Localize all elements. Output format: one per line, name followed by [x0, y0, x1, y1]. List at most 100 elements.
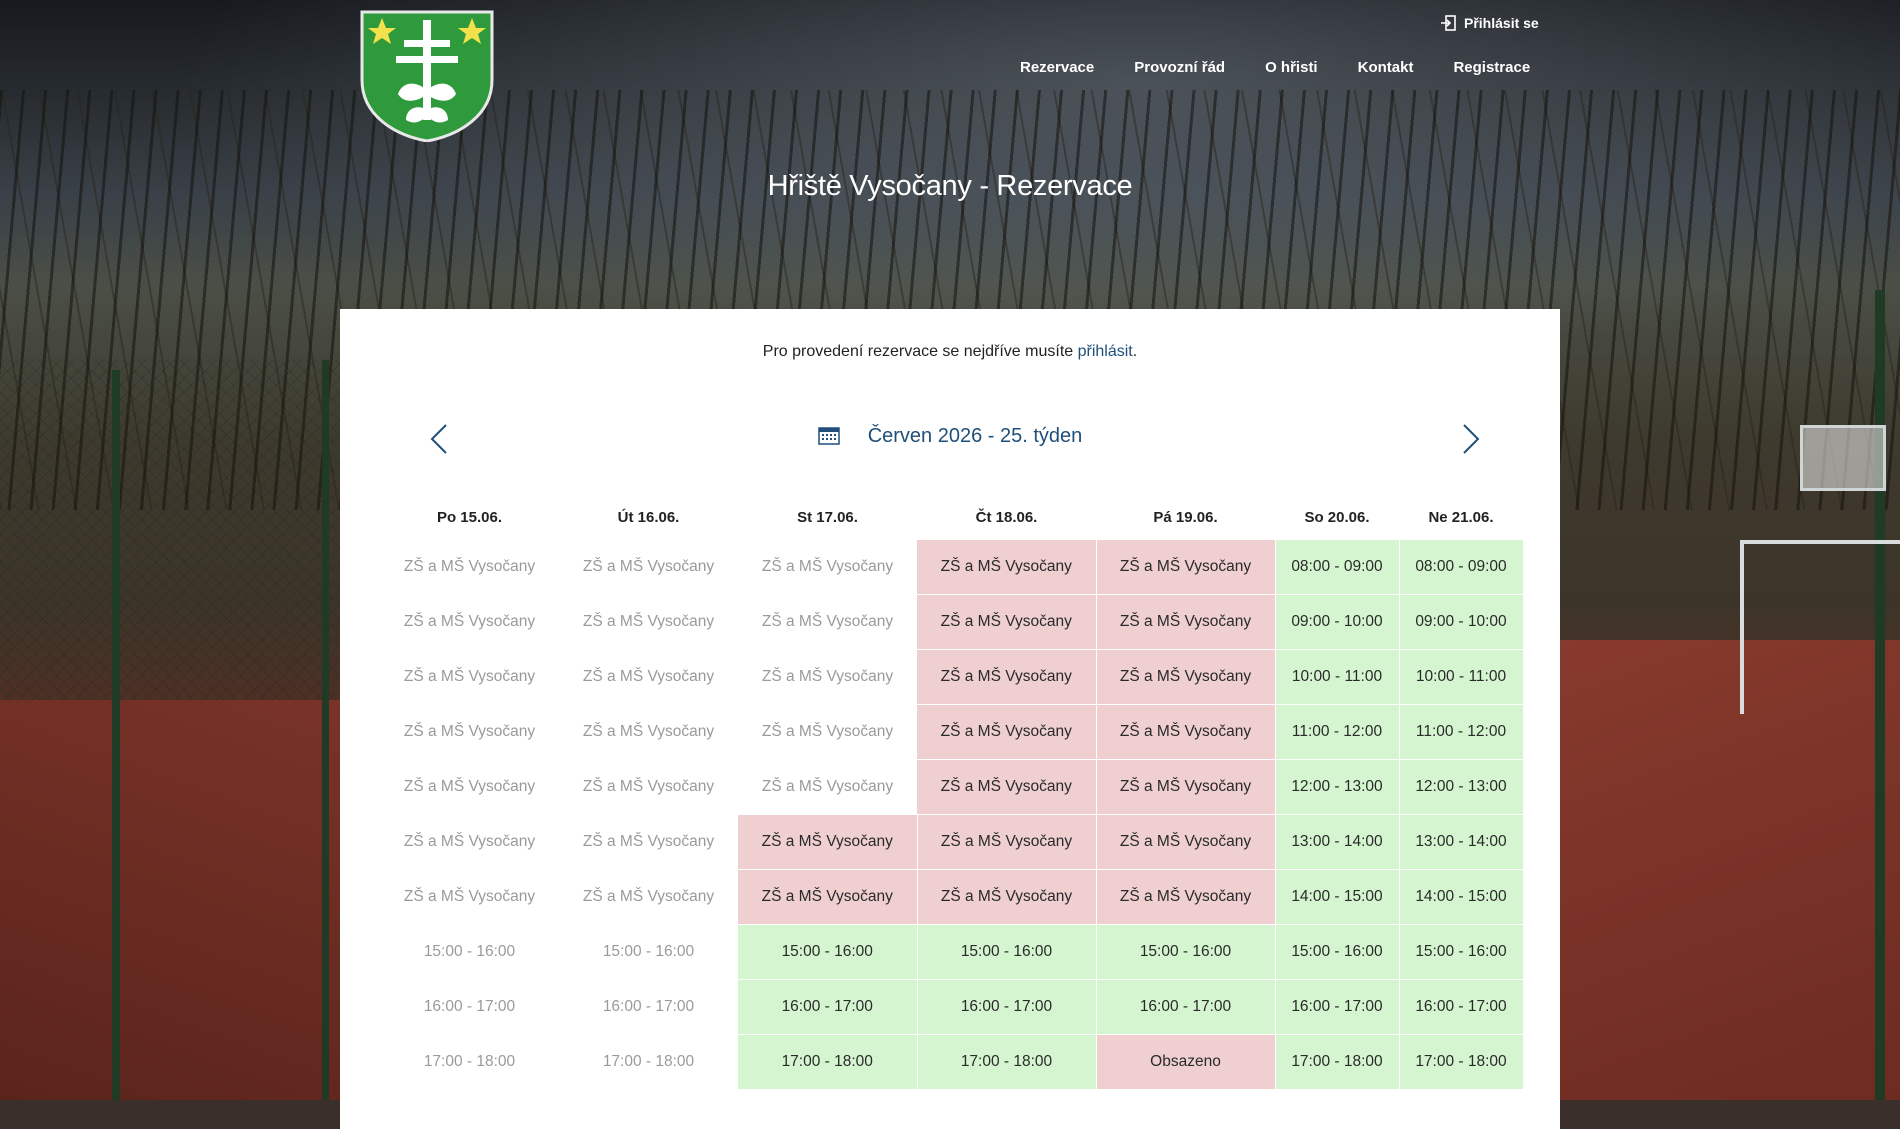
slot-cell-past: 16:00 - 17:00 — [559, 979, 738, 1035]
notice-login-link[interactable]: přihlásit — [1078, 343, 1133, 360]
slot-cell-booked: ZŠ a MŠ Vysočany — [917, 759, 1097, 815]
day-header: Pá 19.06. — [1153, 508, 1218, 526]
chevron-right-icon[interactable] — [1450, 419, 1490, 459]
slot-cell-free[interactable]: 15:00 - 16:00 — [1399, 924, 1524, 980]
slot-cell-free[interactable]: 10:00 - 11:00 — [1399, 649, 1524, 705]
slot-cell-past: ZŠ a MŠ Vysočany — [559, 704, 738, 760]
notice-text: Pro provedení rezervace se nejdříve musí… — [762, 343, 1078, 360]
slot-cell-past: ZŠ a MŠ Vysočany — [559, 594, 738, 650]
day-header: Ne 21.06. — [1428, 508, 1494, 526]
coat-of-arms-logo[interactable] — [360, 10, 494, 142]
login-label: Přihlásit se — [1464, 15, 1539, 31]
slot-cell-past: ZŠ a MŠ Vysočany — [559, 540, 738, 595]
slot-cell-booked: ZŠ a MŠ Vysočany — [917, 540, 1097, 595]
slot-cell-past: ZŠ a MŠ Vysočany — [559, 814, 738, 870]
day-header: Po 15.06. — [436, 508, 503, 526]
week-label[interactable]: Červen 2026 - 25. týden — [340, 425, 1560, 448]
slot-cell-booked: ZŠ a MŠ Vysočany — [1096, 649, 1276, 705]
slot-cell-free[interactable]: 15:00 - 16:00 — [1275, 924, 1400, 980]
slot-cell-booked: ZŠ a MŠ Vysočany — [1096, 594, 1276, 650]
slot-cell-free[interactable]: 16:00 - 17:00 — [1096, 979, 1276, 1035]
slot-cell-free[interactable]: 10:00 - 11:00 — [1275, 649, 1400, 705]
week-label-text: Červen 2026 - 25. týden — [867, 425, 1083, 447]
table-row: 15:00 - 16:00 15:00 - 16:00 15:00 - 16:00 1… — [380, 924, 1524, 980]
nav-rezervace[interactable]: Rezervace — [1000, 59, 1114, 76]
slot-cell-past: ZŠ a MŠ Vysočany — [738, 594, 917, 650]
slot-cell-past: ZŠ a MŠ Vysočany — [380, 704, 559, 760]
week-navigation: Červen 2026 - 25. týden — [340, 419, 1560, 459]
nav-registrace[interactable]: Registrace — [1433, 59, 1550, 76]
slot-cell-free[interactable]: 14:00 - 15:00 — [1399, 869, 1524, 925]
slot-cell-free[interactable]: 15:00 - 16:00 — [917, 924, 1097, 980]
slot-cell-booked: ZŠ a MŠ Vysočany — [917, 649, 1097, 705]
notice-suffix: . — [1132, 343, 1138, 360]
slot-cell-free[interactable]: 11:00 - 12:00 — [1275, 704, 1400, 760]
table-row: ZŠ a MŠ Vysočany ZŠ a MŠ Vysočany ZŠ a MŠ … — [380, 869, 1524, 925]
slot-cell-free[interactable]: 11:00 - 12:00 — [1399, 704, 1524, 760]
table-row: ZŠ a MŠ Vysočany ZŠ a MŠ Vysočany ZŠ a MŠ … — [380, 649, 1524, 705]
table-row: ZŠ a MŠ Vysočany ZŠ a MŠ Vysočany ZŠ a MŠ … — [380, 540, 1524, 595]
page-title: Hřiště Vysočany - Rezervace — [767, 170, 1133, 202]
slot-cell-past: ZŠ a MŠ Vysočany — [559, 759, 738, 815]
nav-provozni-rad[interactable]: Provozní řád — [1114, 59, 1245, 76]
slot-cell-free[interactable]: 16:00 - 17:00 — [917, 979, 1097, 1035]
slot-cell-booked: ZŠ a MŠ Vysočany — [917, 594, 1097, 650]
slot-cell-past: 15:00 - 16:00 — [559, 924, 738, 980]
slot-cell-free[interactable]: 12:00 - 13:00 — [1399, 759, 1524, 815]
slot-cell-free[interactable]: 13:00 - 14:00 — [1399, 814, 1524, 870]
main-nav: Rezervace Provozní řád O hřisti Kontakt … — [1000, 59, 1550, 76]
slot-cell-past: ZŠ a MŠ Vysočany — [559, 869, 738, 925]
nav-kontakt[interactable]: Kontakt — [1338, 59, 1434, 76]
schedule-header-row: Po 15.06. Út 16.06. St 17.06. Čt 18.06. … — [380, 494, 1523, 540]
table-row: 17:00 - 18:00 17:00 - 18:00 17:00 - 18:00 1… — [380, 1034, 1524, 1090]
slot-cell-booked: ZŠ a MŠ Vysočany — [917, 869, 1097, 925]
slot-cell-free[interactable]: 17:00 - 18:00 — [917, 1034, 1097, 1090]
slot-cell-past: 17:00 - 18:00 — [559, 1034, 738, 1090]
slot-cell-free[interactable]: 13:00 - 14:00 — [1275, 814, 1400, 870]
slot-cell-free[interactable]: 14:00 - 15:00 — [1275, 869, 1400, 925]
login-link[interactable]: Přihlásit se — [1440, 14, 1539, 32]
reservation-panel: Pro provedení rezervace se nejdříve musí… — [340, 309, 1560, 1129]
login-notice: Pro provedení rezervace se nejdříve musí… — [340, 343, 1560, 361]
slot-cell-past: 17:00 - 18:00 — [380, 1034, 559, 1090]
slot-cell-free[interactable]: 12:00 - 13:00 — [1275, 759, 1400, 815]
schedule-table: Po 15.06. Út 16.06. St 17.06. Čt 18.06. … — [380, 494, 1524, 1090]
slot-cell-booked: ZŠ a MŠ Vysočany — [738, 869, 918, 925]
slot-cell-free[interactable]: 09:00 - 10:00 — [1399, 594, 1524, 650]
day-header: So 20.06. — [1304, 508, 1370, 526]
table-row: ZŠ a MŠ Vysočany ZŠ a MŠ Vysočany ZŠ a MŠ … — [380, 704, 1524, 760]
slot-cell-past: ZŠ a MŠ Vysočany — [380, 540, 559, 595]
slot-cell-free[interactable]: 16:00 - 17:00 — [1275, 979, 1400, 1035]
slot-cell-free[interactable]: 16:00 - 17:00 — [738, 979, 918, 1035]
slot-cell-free[interactable]: 17:00 - 18:00 — [1275, 1034, 1400, 1090]
slot-cell-past: ZŠ a MŠ Vysočany — [738, 649, 917, 705]
slot-cell-past: ZŠ a MŠ Vysočany — [559, 649, 738, 705]
slot-cell-free[interactable]: 16:00 - 17:00 — [1399, 979, 1524, 1035]
slot-cell-free[interactable]: 08:00 - 09:00 — [1399, 540, 1524, 595]
slot-cell-free[interactable]: 17:00 - 18:00 — [738, 1034, 918, 1090]
slot-cell-booked: ZŠ a MŠ Vysočany — [1096, 759, 1276, 815]
day-header: St 17.06. — [797, 508, 858, 526]
slot-cell-free[interactable]: 09:00 - 10:00 — [1275, 594, 1400, 650]
slot-cell-past: ZŠ a MŠ Vysočany — [380, 649, 559, 705]
slot-cell-past: ZŠ a MŠ Vysočany — [380, 814, 559, 870]
slot-cell-free[interactable]: 15:00 - 16:00 — [1096, 924, 1276, 980]
slot-cell-past: ZŠ a MŠ Vysočany — [380, 759, 559, 815]
slot-cell-booked: ZŠ a MŠ Vysočany — [1096, 540, 1276, 595]
nav-o-hristi[interactable]: O hřisti — [1245, 59, 1338, 76]
slot-cell-past: ZŠ a MŠ Vysočany — [738, 704, 917, 760]
slot-cell-booked: ZŠ a MŠ Vysočany — [1096, 704, 1276, 760]
slot-cell-past: ZŠ a MŠ Vysočany — [380, 869, 559, 925]
slot-cell-free[interactable]: 08:00 - 09:00 — [1275, 540, 1400, 595]
slot-cell-booked: ZŠ a MŠ Vysočany — [1096, 814, 1276, 870]
day-header: Čt 18.06. — [975, 508, 1038, 526]
slot-cell-past: ZŠ a MŠ Vysočany — [738, 759, 917, 815]
slot-cell-booked: ZŠ a MŠ Vysočany — [917, 814, 1097, 870]
slot-cell-past: 15:00 - 16:00 — [380, 924, 559, 980]
slot-cell-past: ZŠ a MŠ Vysočany — [738, 540, 917, 595]
slot-cell-free[interactable]: 15:00 - 16:00 — [738, 924, 918, 980]
calendar-icon — [817, 427, 840, 445]
login-icon — [1441, 15, 1456, 31]
slot-cell-free[interactable]: 17:00 - 18:00 — [1399, 1034, 1524, 1090]
slot-cell-booked: ZŠ a MŠ Vysočany — [1096, 869, 1276, 925]
